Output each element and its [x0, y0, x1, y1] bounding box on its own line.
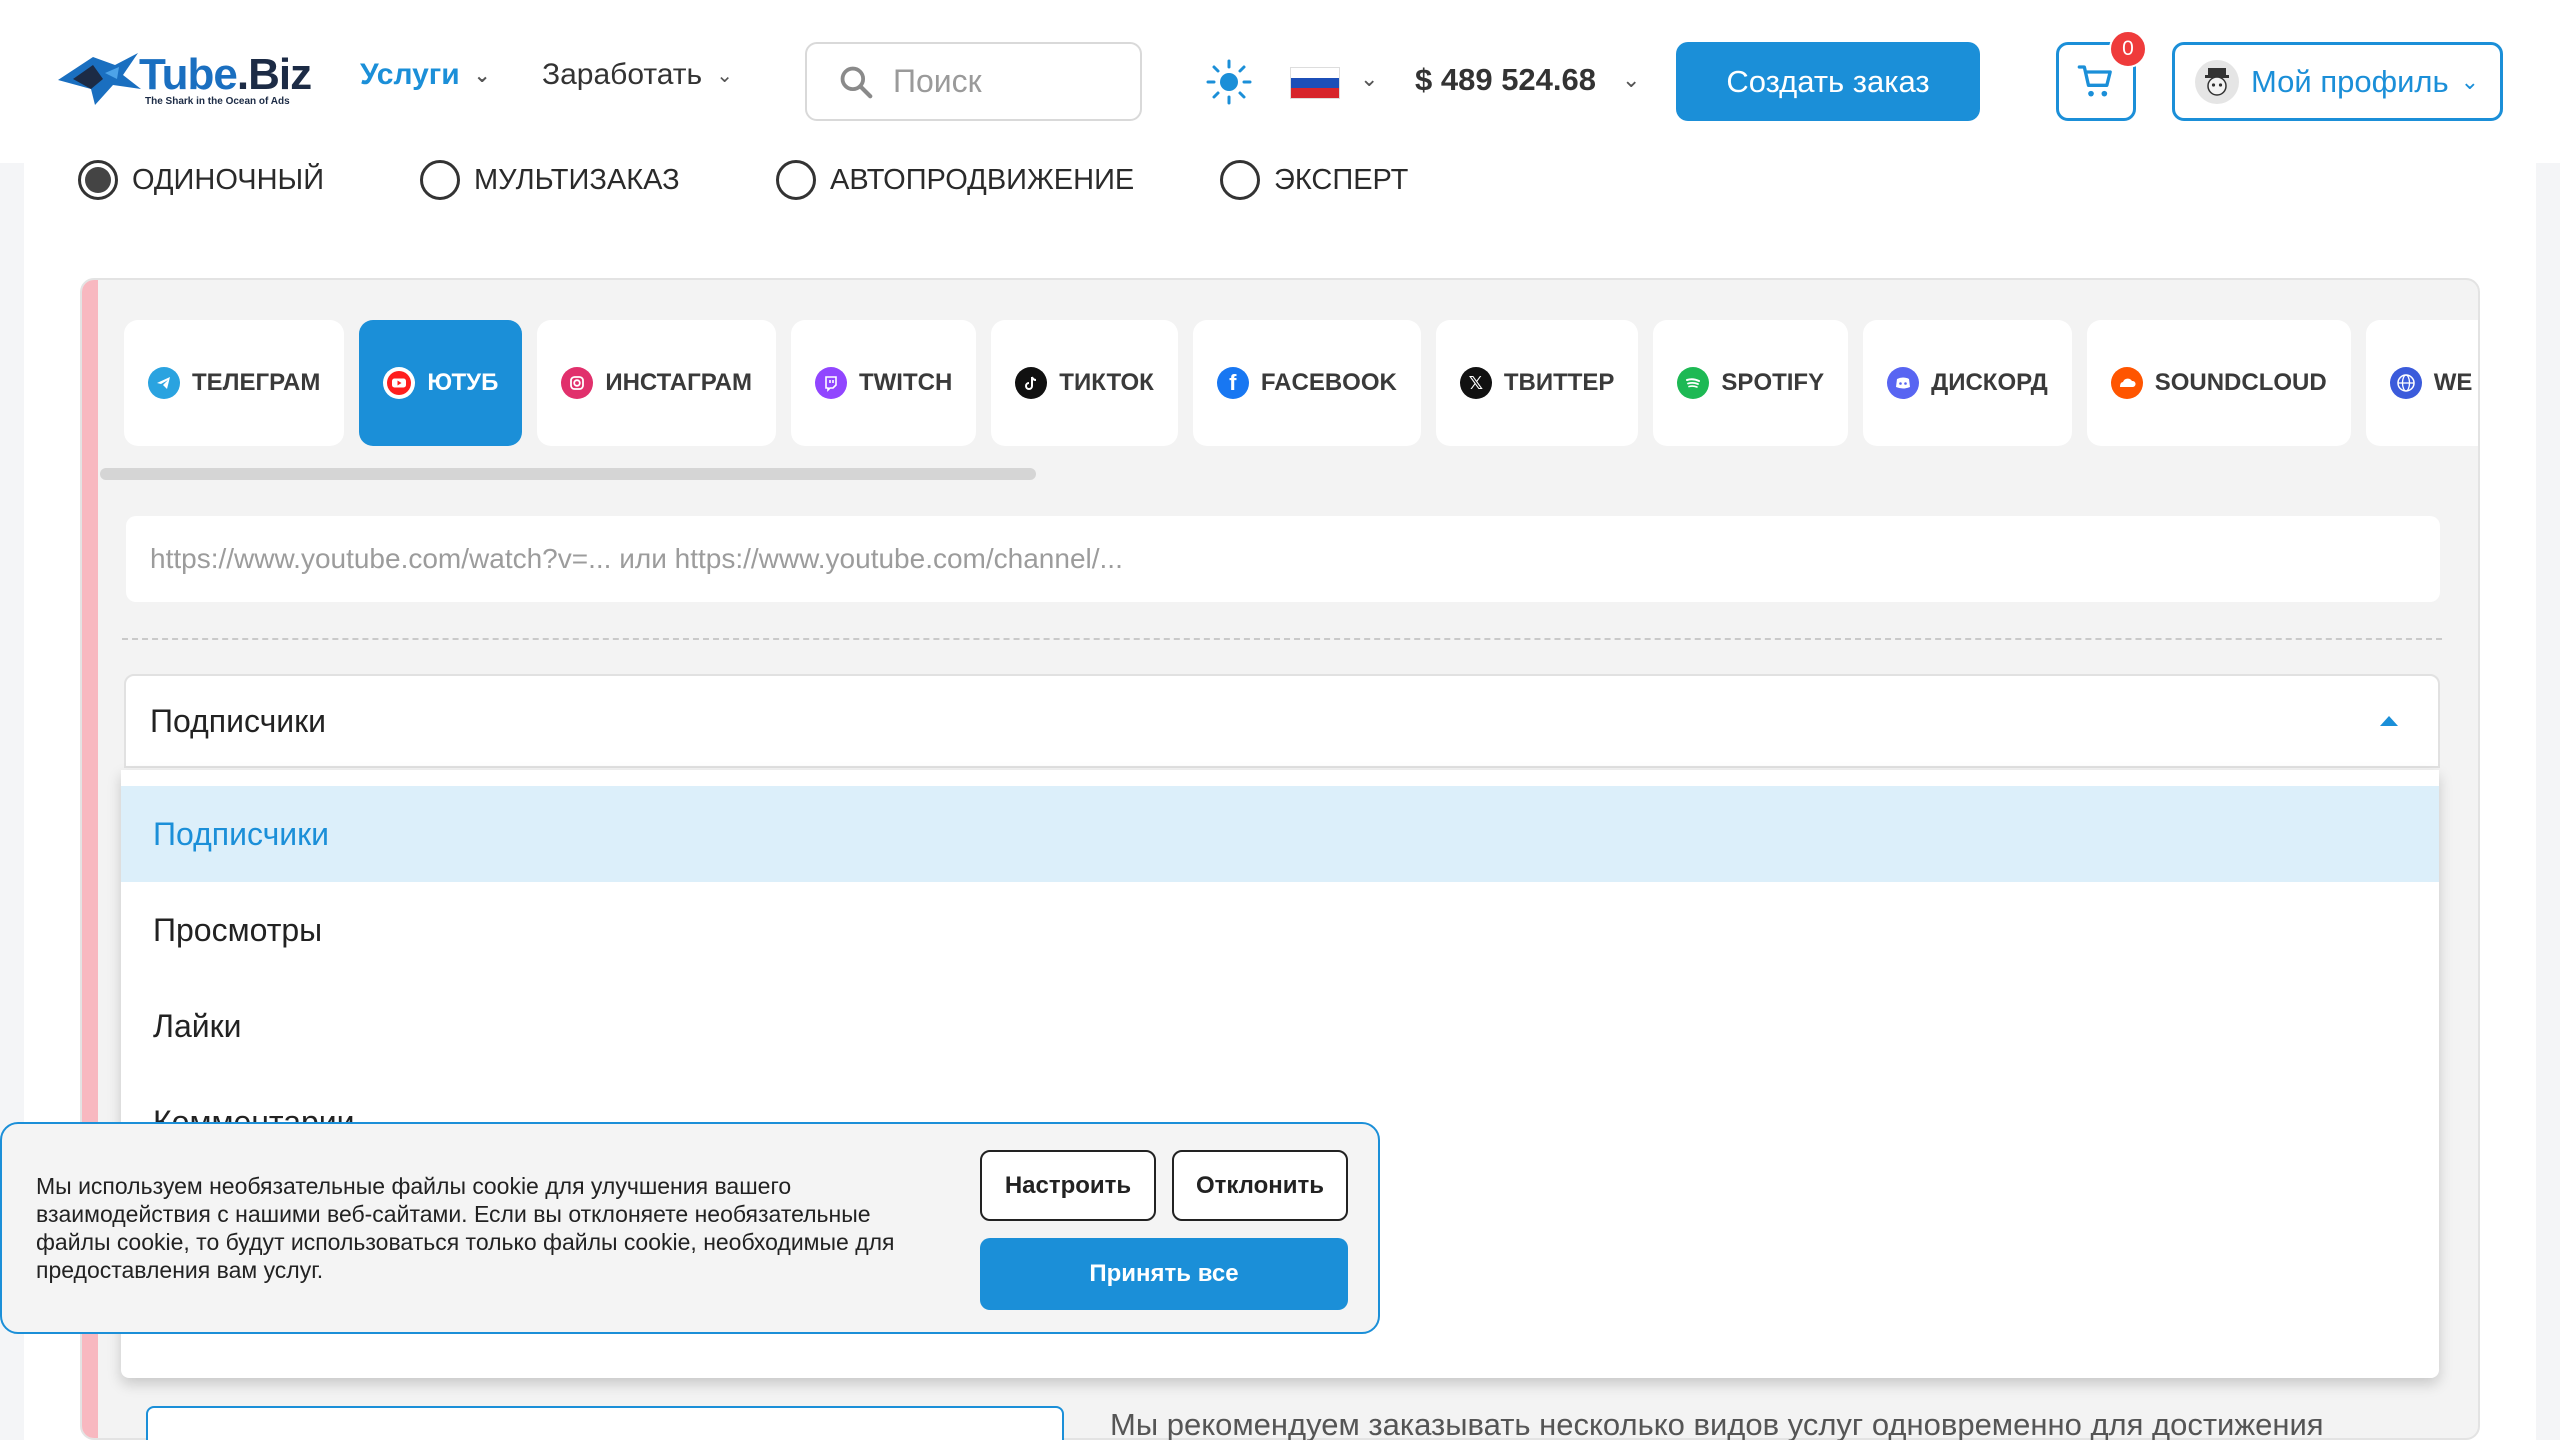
option-subscribers[interactable]: Подписчики: [121, 786, 2439, 882]
mode-label: ОДИНОЧНЫЙ: [132, 163, 325, 196]
tab-label: TWITCH: [858, 369, 953, 396]
search-icon: [840, 66, 873, 98]
telegram-icon: [148, 367, 180, 399]
tab-instagram[interactable]: ИНСТАГРАМ: [537, 320, 776, 446]
facebook-icon: f: [1216, 367, 1249, 399]
nav-services-label: Услуги: [360, 58, 460, 91]
cart-count-badge: 0: [2109, 30, 2147, 68]
tab-discord[interactable]: ДИСКОРД: [1863, 320, 2072, 446]
tab-label: FACEBOOK: [1260, 369, 1397, 396]
tab-label: ТЕЛЕГРАМ: [192, 369, 321, 396]
balance-display[interactable]: $ 489 524.68 ⌄: [1415, 62, 1640, 98]
radio-unchecked[interactable]: [776, 160, 816, 200]
logo[interactable]: Tube.Biz The Shark in the Ocean of Ads: [53, 44, 312, 116]
tab-web[interactable]: WE: [2365, 320, 2478, 446]
nav-services[interactable]: Услуги ⌄: [360, 58, 491, 92]
quantity-field[interactable]: [146, 1406, 1064, 1440]
sun-icon[interactable]: [1205, 58, 1253, 106]
create-order-button[interactable]: Создать заказ: [1676, 42, 1980, 121]
russia-flag-icon[interactable]: [1290, 67, 1340, 99]
youtube-icon: [383, 367, 416, 399]
tab-tiktok[interactable]: ТИКТОК: [991, 320, 1178, 446]
web-icon: [2389, 367, 2422, 399]
chevron-down-icon: ⌄: [1622, 67, 1641, 92]
tab-label: ЮТУБ: [427, 369, 499, 396]
tab-telegram[interactable]: ТЕЛЕГРАМ: [124, 320, 345, 446]
instagram-icon: [561, 367, 594, 399]
nav-earn-label: Заработать: [542, 58, 703, 91]
tab-label: WE: [2433, 369, 2473, 396]
search-input[interactable]: [893, 63, 1113, 100]
option-views[interactable]: Просмотры: [121, 882, 2439, 978]
mode-autopromotion[interactable]: АВТОПРОДВИЖЕНИЕ: [776, 160, 1134, 200]
search-box[interactable]: [805, 42, 1142, 121]
select-value: Подписчики: [150, 702, 327, 739]
tabs-scrollbar[interactable]: [100, 468, 1036, 480]
tab-youtube[interactable]: ЮТУБ: [359, 320, 523, 446]
cart-icon: [2077, 64, 2112, 96]
mode-label: АВТОПРОДВИЖЕНИЕ: [830, 163, 1135, 196]
tab-label: ТИКТОК: [1059, 369, 1154, 396]
tiktok-icon: [1015, 367, 1048, 399]
mode-expert[interactable]: ЭКСПЕРТ: [1220, 160, 1408, 200]
mode-multi[interactable]: МУЛЬТИЗАКАЗ: [420, 160, 680, 200]
cookie-banner: Мы используем необязательные файлы cooki…: [0, 1122, 1380, 1334]
logo-text: Tube: [139, 50, 238, 99]
nav-earn[interactable]: Заработать ⌄: [542, 58, 733, 92]
twitch-icon: [814, 367, 847, 399]
discord-icon: [1887, 367, 1920, 399]
divider: [122, 638, 2442, 640]
tab-label: SOUNDCLOUD: [2154, 369, 2327, 396]
soundcloud-icon: [2110, 367, 2143, 399]
tab-soundcloud[interactable]: SOUNDCLOUD: [2086, 320, 2351, 446]
radio-unchecked[interactable]: [1220, 160, 1260, 200]
balance-value: $ 489 524.68: [1415, 62, 1597, 97]
spotify-icon: [1677, 367, 1710, 399]
tab-label: ИНСТАГРАМ: [605, 369, 752, 396]
tab-facebook[interactable]: f FACEBOOK: [1192, 320, 1421, 446]
tab-label: SPOTIFY: [1721, 369, 1825, 396]
chevron-down-icon: ⌄: [473, 64, 491, 87]
chevron-down-icon[interactable]: ⌄: [1360, 66, 1378, 92]
service-type-select[interactable]: Подписчики: [124, 674, 2440, 768]
customize-button[interactable]: Настроить: [980, 1150, 1156, 1221]
caret-up-icon: [2380, 716, 2398, 726]
radio-checked[interactable]: [78, 160, 118, 200]
profile-button[interactable]: Мой профиль ⌄: [2172, 42, 2503, 121]
platform-tabs: ТЕЛЕГРАМ ЮТУБ ИНСТАГРАМ TWITCH ТИКТОК f …: [124, 320, 2478, 446]
mode-label: ЭКСПЕРТ: [1274, 163, 1409, 196]
chevron-down-icon: ⌄: [2460, 68, 2480, 94]
cookie-text: Мы используем необязательные файлы cooki…: [36, 1173, 895, 1283]
avatar-icon: [2205, 67, 2229, 96]
mode-label: МУЛЬТИЗАКАЗ: [474, 163, 680, 196]
tab-twitch[interactable]: TWITCH: [790, 320, 977, 446]
logo-tagline: The Shark in the Ocean of Ads: [145, 96, 290, 107]
avatar: [2195, 59, 2239, 104]
mode-single[interactable]: ОДИНОЧНЫЙ: [78, 160, 324, 200]
decline-button[interactable]: Отклонить: [1172, 1150, 1348, 1221]
shark-logo-icon: [58, 53, 141, 105]
tab-twitter[interactable]: 𝕏 ТВИТТЕР: [1435, 320, 1639, 446]
logo-text-biz: .Biz: [236, 50, 312, 99]
profile-label: Мой профиль: [2251, 63, 2449, 99]
chevron-down-icon: ⌄: [716, 64, 733, 87]
url-input[interactable]: [126, 516, 2440, 602]
radio-unchecked[interactable]: [420, 160, 460, 200]
top-header: Tube.Biz The Shark in the Ocean of Ads У…: [0, 0, 2560, 163]
accept-all-button[interactable]: Принять все: [980, 1238, 1348, 1310]
tab-label: ДИСКОРД: [1931, 369, 2048, 396]
tab-label: ТВИТТЕР: [1503, 369, 1615, 396]
x-icon: 𝕏: [1459, 367, 1492, 399]
recommendation-text: Мы рекомендуем заказывать несколько видо…: [1110, 1407, 2324, 1440]
tab-spotify[interactable]: SPOTIFY: [1653, 320, 1849, 446]
option-likes[interactable]: Лайки: [121, 978, 2439, 1074]
